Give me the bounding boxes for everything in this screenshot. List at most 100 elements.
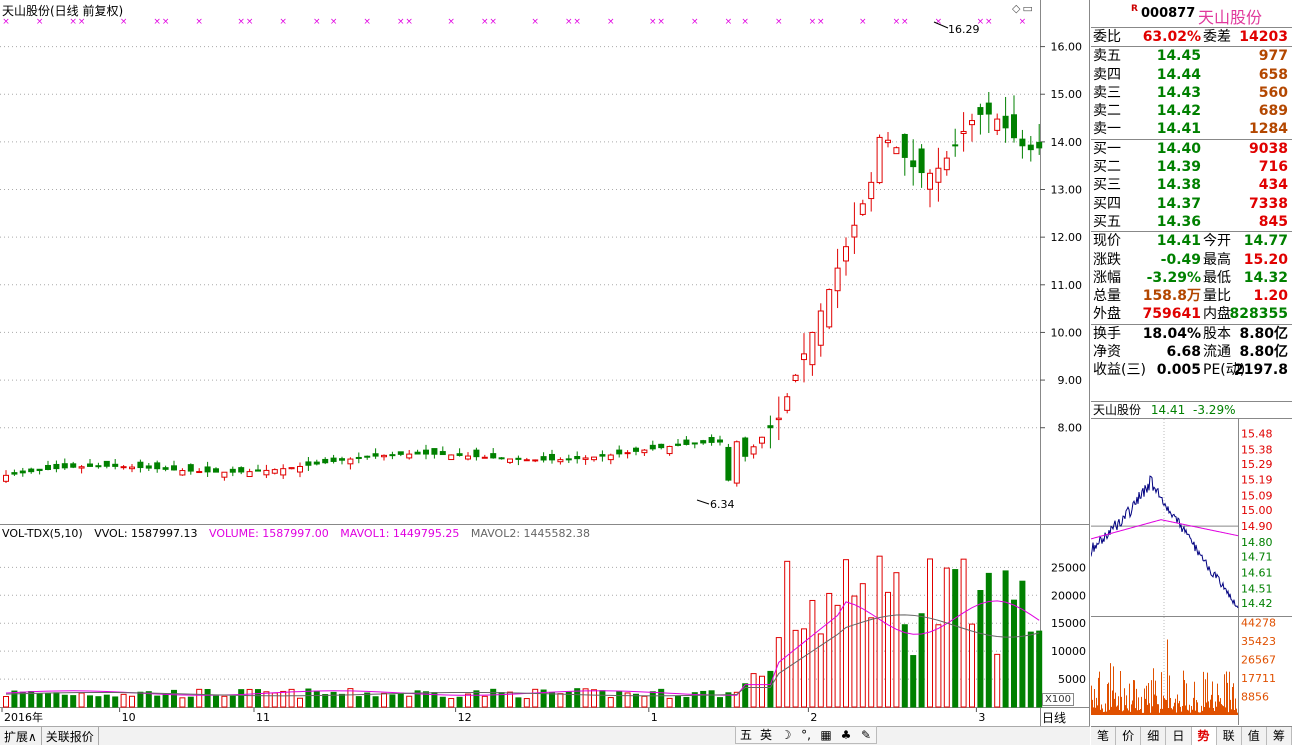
ime-skin-icon[interactable]: ♣ (836, 727, 856, 743)
buy-row-5-label: 买五 (1093, 213, 1121, 230)
volume-bar (675, 695, 681, 708)
stat-row-2-value: -3.29% (1146, 269, 1201, 286)
ime-moon-icon[interactable]: ☽ (776, 727, 796, 743)
volume-bar (339, 693, 345, 708)
intraday-price: 14.41 (1150, 403, 1186, 417)
tab-related-quotes[interactable]: 关联报价 (42, 727, 99, 745)
right-tab-5[interactable]: 联 (1217, 727, 1242, 745)
period-label[interactable]: 日线 (1042, 709, 1066, 726)
intraday-pct: -3.29% (1193, 403, 1236, 417)
volume-bar (901, 624, 908, 708)
candle-body (431, 448, 438, 455)
stat-row-4-label2: 内盘 (1203, 306, 1231, 323)
volume-bar (624, 692, 631, 708)
tab-expand[interactable]: 扩展∧ (0, 727, 42, 745)
right-tab-2[interactable]: 细 (1141, 727, 1167, 745)
intraday-price-label: 14.42 (1241, 597, 1273, 610)
volume-bar (179, 697, 186, 708)
candle-body (784, 396, 791, 411)
signal-marker: × (775, 17, 783, 27)
candle-body (943, 157, 950, 171)
volume-bar (45, 692, 51, 708)
candle-body (45, 464, 51, 471)
ime-wubi-icon[interactable]: 五 (736, 727, 756, 743)
kline-chart-area[interactable]: 天山股份(日线 前复权) ◇▭ 16.00 15.00 14.00 13.00 12.0… (0, 0, 1090, 727)
vvol-value: VVOL: 1587997.13 (94, 527, 198, 540)
candle-body (969, 120, 975, 126)
ime-tool-icon[interactable]: ✎ (856, 727, 876, 743)
mavol2-value: MAVOL2: 1445582.38 (470, 527, 591, 540)
volume-bar (196, 688, 203, 708)
price-axis-label: 15.00 (1051, 88, 1083, 101)
vol-indicator-name[interactable]: VOL-TDX(5,10) (2, 527, 83, 540)
stat-row-3: 总量 158.8万 量比 1.20 (1091, 287, 1292, 305)
price-axis-label: 11.00 (1051, 279, 1083, 292)
intraday-chart[interactable]: 15.48 15.38 15.29 15.19 15.0915.00 14.90 14.80… (1091, 419, 1292, 725)
candle-body (725, 446, 732, 481)
volume-bar (868, 617, 875, 708)
candle-body (221, 471, 228, 478)
signal-marker: × (649, 17, 657, 27)
intraday-price-label: 15.48 (1241, 427, 1273, 440)
candle-body (19, 470, 26, 474)
stat-row-0: 现价 14.41 今开 14.77 (1091, 232, 1292, 250)
volume-bar (61, 694, 68, 708)
fund-row-2: 收益(三) 0.005 PE(动) 2197.8 (1091, 361, 1292, 379)
right-tab-4[interactable]: 势 (1191, 727, 1217, 745)
sell-row-4: 卖四 14.44 658 (1091, 66, 1292, 84)
volume-bar (313, 690, 320, 708)
fund-row-0-value: 18.04% (1142, 325, 1201, 342)
fund-row-1-label: 净资 (1093, 344, 1121, 361)
buy-row-4: 买四 14.37 7338 (1091, 195, 1292, 213)
signal-marker: × (246, 17, 254, 27)
right-tab-0[interactable]: 笔 (1091, 727, 1117, 745)
intraday-volume-label: 8856 (1241, 691, 1269, 704)
candle-body (406, 453, 413, 459)
sell-row-3-label: 卖三 (1093, 84, 1121, 101)
candle-body (305, 461, 312, 466)
price-axis-label: 14.00 (1051, 136, 1083, 149)
ime-keyboard-icon[interactable]: ▦ (816, 727, 836, 743)
fund-row-0: 换手 18.04% 股本 8.80亿 (1091, 325, 1292, 343)
signal-marker: × (313, 17, 321, 27)
volume-bar (120, 693, 127, 708)
fund-row-2-value: 0.005 (1156, 362, 1201, 379)
ime-punct-icon[interactable]: °, (796, 727, 816, 743)
stat-row-1-value: -0.49 (1160, 251, 1201, 268)
volume-bar (330, 691, 337, 708)
stat-row-3-label2: 量比 (1203, 288, 1231, 305)
sell-row-3-value: 14.43 (1156, 84, 1201, 101)
volume-bar (859, 583, 866, 708)
candle-body (809, 331, 816, 366)
signal-marker: × (691, 17, 699, 27)
signal-marker: × (69, 17, 77, 27)
right-tab-6[interactable]: 值 (1242, 727, 1267, 745)
ime-english-icon[interactable]: 英 (756, 727, 776, 743)
candle-body (733, 441, 740, 484)
right-tab-bar: 笔价细日势联值筹 (1091, 726, 1292, 745)
candle-body (532, 459, 539, 462)
intraday-price-label: 14.80 (1241, 536, 1273, 549)
buy-row-4-value2: 7338 (1249, 195, 1288, 212)
candle-body (859, 203, 866, 215)
stock-name[interactable]: 天山股份 (1198, 4, 1262, 28)
volume-bar (1027, 631, 1034, 708)
volume-bar (439, 696, 446, 708)
candle-body (918, 148, 925, 174)
low-price-label: 6.34 (710, 498, 735, 511)
stat-row-0-label2: 今开 (1203, 233, 1231, 250)
right-tab-1[interactable]: 价 (1116, 727, 1142, 745)
right-tab-7[interactable]: 筹 (1267, 727, 1292, 745)
price-axis-label: 8.00 (1058, 422, 1083, 435)
weicha-value: 14203 (1239, 29, 1288, 45)
candle-body (960, 130, 967, 135)
candle-body (330, 457, 337, 462)
volume-bar (649, 691, 656, 708)
candle-body (498, 457, 505, 460)
right-tab-3[interactable]: 日 (1166, 727, 1192, 745)
volume-bar (599, 690, 606, 708)
buy-row-1-label: 买一 (1093, 140, 1121, 157)
signal-marker: × (2, 17, 10, 27)
volume-bar (87, 695, 93, 708)
stock-code[interactable]: 000877 (1141, 6, 1195, 21)
